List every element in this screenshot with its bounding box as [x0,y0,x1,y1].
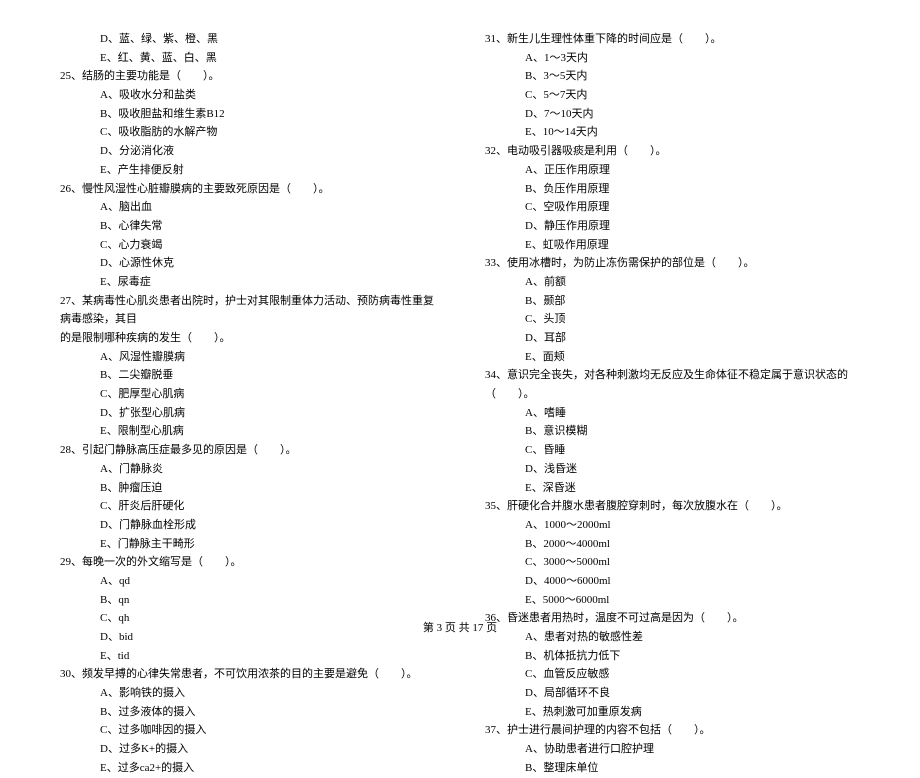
left-option: A、门静脉炎 [60,460,435,479]
left-option: B、心律失常 [60,217,435,236]
right-option: E、5000～6000ml [485,591,860,610]
page-content: D、蓝、绿、紫、橙、黑E、红、黄、蓝、白、黑25、结肠的主要功能是（ ）。A、吸… [60,30,860,778]
right-option: A、正压作用原理 [485,161,860,180]
right-option: A、1000～2000ml [485,516,860,535]
right-option: C、头顶 [485,310,860,329]
right-option: C、空吸作用原理 [485,198,860,217]
right-option: C、5～7天内 [485,86,860,105]
right-option: E、10～14天内 [485,123,860,142]
right-option: D、局部循环不良 [485,684,860,703]
left-option: E、过多ca2+的摄入 [60,759,435,778]
right-option: A、协助患者进行口腔护理 [485,740,860,759]
right-question: 37、护士进行晨间护理的内容不包括（ ）。 [485,721,860,740]
left-option: C、吸收脂肪的水解产物 [60,123,435,142]
left-option: C、肝炎后肝硬化 [60,497,435,516]
left-option: D、心源性休克 [60,254,435,273]
right-option: E、虹吸作用原理 [485,236,860,255]
left-option: B、吸收胆盐和维生素B12 [60,105,435,124]
left-option: B、肿瘤压迫 [60,479,435,498]
right-question: 35、肝硬化合并腹水患者腹腔穿刺时，每次放腹水在（ ）。 [485,497,860,516]
right-option: A、1～3天内 [485,49,860,68]
left-option: E、产生排便反射 [60,161,435,180]
left-option: A、风湿性瓣膜病 [60,348,435,367]
left-option: E、tid [60,647,435,666]
left-question: 29、每晚一次的外文缩写是（ ）。 [60,553,435,572]
left-option: A、脑出血 [60,198,435,217]
left-option: A、吸收水分和盐类 [60,86,435,105]
right-option: D、静压作用原理 [485,217,860,236]
right-column: 31、新生儿生理性体重下降的时间应是（ ）。A、1～3天内B、3～5天内C、5～… [485,30,860,778]
right-option: B、颞部 [485,292,860,311]
right-option: B、2000～4000ml [485,535,860,554]
right-option: B、3～5天内 [485,67,860,86]
right-option: C、3000～5000ml [485,553,860,572]
left-option: E、尿毒症 [60,273,435,292]
left-option: A、qd [60,572,435,591]
left-option: D、门静脉血栓形成 [60,516,435,535]
right-option: D、浅昏迷 [485,460,860,479]
left-option: C、心力衰竭 [60,236,435,255]
right-question: 31、新生儿生理性体重下降的时间应是（ ）。 [485,30,860,49]
page-footer: 第 3 页 共 17 页 [0,619,920,635]
right-option: B、意识模糊 [485,422,860,441]
left-question-continue: 的是限制哪种疾病的发生（ ）。 [60,329,435,348]
left-question: 27、某病毒性心肌炎患者出院时，护士对其限制重体力活动、预防病毒性重复病毒感染，… [60,292,435,329]
right-question: 34、意识完全丧失，对各种刺激均无反应及生命体征不稳定属于意识状态的（ ）。 [485,366,860,403]
right-question: 33、使用冰槽时，为防止冻伤需保护的部位是（ ）。 [485,254,860,273]
right-question: 32、电动吸引器吸痰是利用（ ）。 [485,142,860,161]
right-option: E、面颊 [485,348,860,367]
right-option: B、整理床单位 [485,759,860,778]
left-option: D、过多K+的摄入 [60,740,435,759]
right-option: C、血管反应敏感 [485,665,860,684]
left-option: C、肥厚型心肌病 [60,385,435,404]
right-option: D、7～10天内 [485,105,860,124]
left-option: D、分泌消化液 [60,142,435,161]
left-option: B、二尖瓣脱垂 [60,366,435,385]
left-option: C、过多咖啡因的摄入 [60,721,435,740]
right-option: A、嗜睡 [485,404,860,423]
right-option: D、耳部 [485,329,860,348]
right-option: B、机体抵抗力低下 [485,647,860,666]
left-option: B、过多液体的摄入 [60,703,435,722]
left-question: 30、频发早搏的心律失常患者，不可饮用浓茶的目的主要是避免（ ）。 [60,665,435,684]
left-option: A、影响铁的摄入 [60,684,435,703]
left-option: E、门静脉主干畸形 [60,535,435,554]
right-option: A、前额 [485,273,860,292]
left-option: D、蓝、绿、紫、橙、黑 [60,30,435,49]
right-option: E、深昏迷 [485,479,860,498]
left-option: D、扩张型心肌病 [60,404,435,423]
left-column: D、蓝、绿、紫、橙、黑E、红、黄、蓝、白、黑25、结肠的主要功能是（ ）。A、吸… [60,30,435,778]
right-option: C、昏睡 [485,441,860,460]
right-option: D、4000～6000ml [485,572,860,591]
left-question: 28、引起门静脉高压症最多见的原因是（ ）。 [60,441,435,460]
left-option: E、红、黄、蓝、白、黑 [60,49,435,68]
left-question: 26、慢性风湿性心脏瓣膜病的主要致死原因是（ ）。 [60,180,435,199]
right-option: E、热刺激可加重原发病 [485,703,860,722]
left-option: E、限制型心肌病 [60,422,435,441]
left-option: B、qn [60,591,435,610]
left-question: 25、结肠的主要功能是（ ）。 [60,67,435,86]
right-option: B、负压作用原理 [485,180,860,199]
